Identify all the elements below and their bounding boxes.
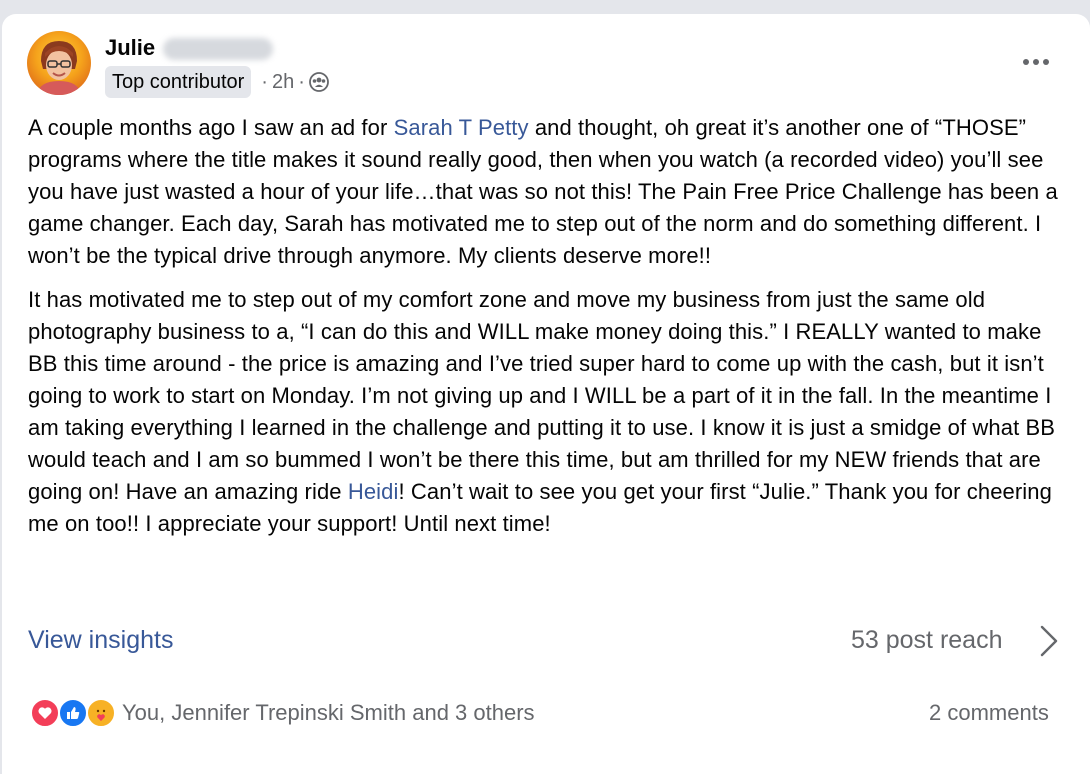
top-contributor-badge[interactable]: Top contributor bbox=[105, 66, 252, 98]
author-surname-blurred bbox=[163, 38, 273, 60]
post-reach-count[interactable]: 53 post reach bbox=[851, 626, 1003, 655]
meta-separator: · bbox=[261, 70, 268, 93]
post-paragraph: It has motivated me to step out of my co… bbox=[28, 284, 1073, 540]
post-paragraph: A couple months ago I saw an ad for Sara… bbox=[28, 112, 1073, 272]
post-body: A couple months ago I saw an ad for Sara… bbox=[28, 112, 1073, 552]
more-options-button[interactable] bbox=[1018, 44, 1054, 80]
reaction-icons bbox=[30, 698, 120, 728]
avatar-photo bbox=[27, 31, 91, 95]
paragraph-text: It has motivated me to step out of my co… bbox=[28, 287, 1056, 504]
reactions-text[interactable]: You, Jennifer Trepinski Smith and 3 othe… bbox=[122, 700, 535, 726]
care-reaction-icon bbox=[86, 698, 116, 728]
mention-link[interactable]: Heidi bbox=[348, 479, 399, 504]
author-avatar[interactable] bbox=[27, 31, 91, 95]
paragraph-text: A couple months ago I saw an ad for bbox=[28, 115, 394, 140]
view-insights-link[interactable]: View insights bbox=[28, 626, 173, 655]
mention-link[interactable]: Sarah T Petty bbox=[394, 115, 529, 140]
group-audience-icon[interactable] bbox=[308, 72, 329, 92]
reactions-summary[interactable]: You, Jennifer Trepinski Smith and 3 othe… bbox=[30, 698, 535, 728]
post-meta: Top contributor · 2h · bbox=[105, 66, 329, 98]
meta-separator: · bbox=[298, 70, 305, 93]
post-meta-text: · 2h · bbox=[257, 71, 329, 94]
chevron-right-icon[interactable] bbox=[1038, 624, 1060, 663]
comments-count[interactable]: 2 comments bbox=[929, 700, 1049, 726]
post-timestamp[interactable]: 2h bbox=[272, 71, 294, 94]
love-reaction-icon bbox=[30, 698, 60, 728]
like-reaction-icon bbox=[58, 698, 88, 728]
more-horizontal-icon bbox=[1023, 59, 1049, 65]
author-name[interactable]: Julie bbox=[105, 35, 155, 61]
